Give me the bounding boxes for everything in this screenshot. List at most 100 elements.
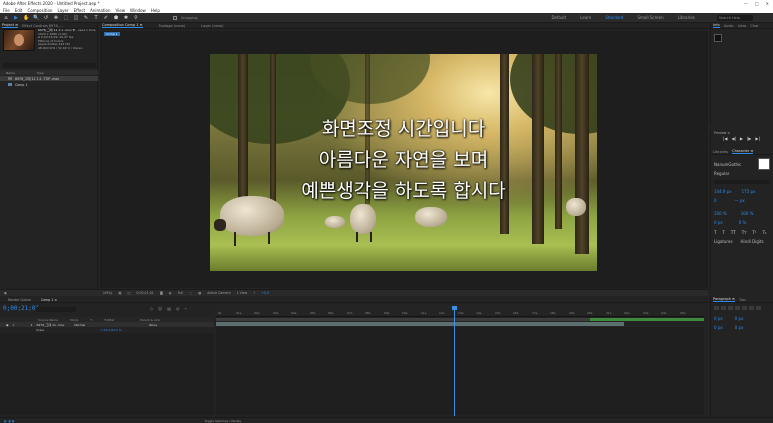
pen-tool-icon[interactable]: ✎ (83, 15, 89, 21)
tab-footage[interactable]: Footage (none) (159, 24, 186, 28)
mask-visibility-icon[interactable]: ◫ (127, 291, 130, 295)
viewer-timecode[interactable]: 0;00;21;01 (136, 291, 153, 295)
align-center-icon[interactable] (721, 306, 726, 310)
tab-character-2[interactable]: Character ≡ (732, 149, 754, 154)
timeline-tracks[interactable] (216, 327, 704, 415)
faux-bold-icon[interactable]: T (714, 230, 716, 235)
menu-animation[interactable]: Animation (90, 8, 110, 13)
tab-layer[interactable]: Layer (none) (201, 24, 223, 28)
magnification-dropdown[interactable]: (49%) (103, 291, 113, 295)
space-after-value[interactable]: 0 px (735, 325, 744, 330)
layer-duration-bar[interactable] (216, 322, 624, 326)
tab-character[interactable]: Char (750, 24, 758, 28)
menu-composition[interactable]: Composition (27, 8, 52, 13)
tab-comp-1[interactable]: Comp 1 ≡ (41, 298, 57, 302)
timeline-current-time[interactable]: 0;00;21;01 (3, 305, 39, 312)
font-family-dropdown[interactable]: NanumGothic (714, 162, 755, 167)
stamp-tool-icon[interactable]: ⬟ (113, 15, 119, 21)
layer-mode-dropdown[interactable]: Normal (74, 323, 85, 327)
justify-last-right-icon[interactable] (749, 306, 754, 310)
tab-tracker[interactable]: Trac (739, 298, 746, 302)
selection-tool-icon[interactable]: ▶ (13, 15, 19, 21)
always-preview-icon[interactable]: ◉ (4, 291, 7, 295)
tab-audio[interactable]: Audio (724, 24, 734, 28)
baseline-shift-value[interactable]: 0 px (714, 220, 723, 225)
tab-libraries-2[interactable]: Libraries (713, 150, 728, 154)
align-left-icon[interactable] (714, 306, 719, 310)
justify-all-icon[interactable] (756, 306, 761, 310)
frame-blending-icon[interactable]: ▤ (167, 306, 171, 311)
audio-icon[interactable]: ♪ (13, 323, 15, 327)
workspace-standard[interactable]: Standard (605, 15, 623, 20)
left-indent-value[interactable]: 0 px (714, 316, 723, 321)
anchor-tool-icon[interactable]: ✥ (53, 15, 59, 21)
camera-dropdown[interactable]: Active Camera (207, 291, 230, 295)
graph-editor-icon[interactable]: ⌁ (185, 306, 187, 311)
font-style-dropdown[interactable]: Regular (711, 170, 773, 177)
comp-breadcrumb[interactable]: Comp 1 (104, 32, 120, 36)
maximize-button[interactable]: □ (755, 1, 759, 6)
project-item[interactable]: Comp 1 (0, 82, 98, 87)
all-caps-icon[interactable]: TT (731, 230, 736, 235)
hindi-digits-checkbox[interactable]: Hindi Digits (741, 239, 764, 244)
vertical-scale-value[interactable]: 100 % (714, 211, 727, 216)
home-icon[interactable]: ⌂ (3, 15, 9, 21)
justify-last-center-icon[interactable] (742, 306, 747, 310)
composition-frame[interactable]: 화면조정 시간입니다 아름다운 자연을 보며 예쁜생각을 하도록 합시다 (210, 54, 597, 271)
puppet-tool-icon[interactable]: ⚲ (133, 15, 139, 21)
layer-parent-dropdown[interactable]: None (149, 323, 157, 327)
play-icon[interactable]: ▶ (740, 136, 743, 141)
snapshot-icon[interactable]: ◙ (160, 291, 163, 295)
fill-color-swatch[interactable] (758, 158, 770, 170)
workspace-default[interactable]: Default (551, 15, 566, 20)
snapping-checkbox[interactable] (173, 15, 177, 20)
font-size-value[interactable]: 144.9 px (714, 189, 732, 194)
small-caps-icon[interactable]: Tт (742, 230, 747, 235)
view-layout-dropdown[interactable]: 1 View (237, 291, 248, 295)
tab-project[interactable]: Project ≡ (2, 23, 19, 28)
menu-file[interactable]: File (3, 8, 10, 13)
close-button[interactable]: ✕ (766, 1, 769, 6)
column-parent[interactable]: Parent & Link (140, 318, 160, 322)
timeline-property-row[interactable]: Scale ∞ 83.0,83.0 % (0, 327, 214, 332)
transparency-grid-icon[interactable]: ▩ (198, 291, 201, 295)
right-indent-value[interactable]: 0 px (735, 316, 744, 321)
timeline-ruler[interactable]: 0s 01s 02s 03s 04s 05s 06s 07s 08s 09s 1… (216, 305, 704, 317)
subscript-icon[interactable]: T₁ (763, 230, 767, 235)
tab-effect-controls[interactable]: Effect Controls 6976_... (22, 24, 63, 28)
hand-tool-icon[interactable]: ✋ (23, 15, 29, 21)
tsume-value[interactable]: 0 % (739, 220, 747, 225)
menu-help[interactable]: Help (151, 8, 160, 13)
tab-paragraph[interactable]: Paragraph ≡ (713, 297, 735, 302)
fast-previews-icon[interactable]: ⚡ (253, 291, 255, 295)
grid-icon[interactable]: ▦ (118, 291, 121, 295)
toggle-switches-modes-button[interactable]: Toggle Switches / Modes (204, 419, 241, 423)
column-mode[interactable]: Mode (70, 318, 78, 322)
footer-icons[interactable]: ◧ ◨ ▣ (0, 419, 14, 423)
tab-info[interactable]: Info (713, 23, 720, 28)
eraser-tool-icon[interactable]: ✱ (123, 15, 129, 21)
justify-last-left-icon[interactable] (735, 306, 740, 310)
region-of-interest-icon[interactable]: ⬚ (189, 291, 192, 295)
ligatures-checkbox[interactable]: Ligatures (714, 239, 733, 244)
column-trkmat[interactable]: TrkMat (104, 318, 114, 322)
leading-value[interactable]: 175 px (742, 189, 756, 194)
shy-icon[interactable]: ☺ (158, 306, 162, 311)
last-frame-icon[interactable]: ▶| (755, 136, 759, 141)
property-value[interactable]: ∞ 83.0,83.0 % (100, 328, 122, 332)
tracking-value[interactable]: 0 (714, 198, 717, 203)
superscript-icon[interactable]: T¹ (753, 230, 757, 235)
menu-window[interactable]: Window (130, 8, 146, 13)
column-source-name[interactable]: Source Name (38, 318, 58, 322)
tab-render-queue[interactable]: Render Queue (8, 298, 31, 302)
minimize-button[interactable]: — (744, 1, 748, 6)
faux-italic-icon[interactable]: T (722, 230, 724, 235)
previous-frame-icon[interactable]: ◀| (731, 136, 735, 141)
draft-3d-icon[interactable]: ◇ (150, 306, 153, 311)
rotate-tool-icon[interactable]: ↺ (43, 15, 49, 21)
first-frame-icon[interactable]: |◀ (723, 136, 727, 141)
rectangle-tool-icon[interactable]: ⬚ (63, 15, 69, 21)
menu-edit[interactable]: Edit (15, 8, 23, 13)
color-channel-icon[interactable]: ◐ (169, 291, 172, 295)
tab-composition[interactable]: Composition Comp 1 ≡ (102, 23, 143, 28)
